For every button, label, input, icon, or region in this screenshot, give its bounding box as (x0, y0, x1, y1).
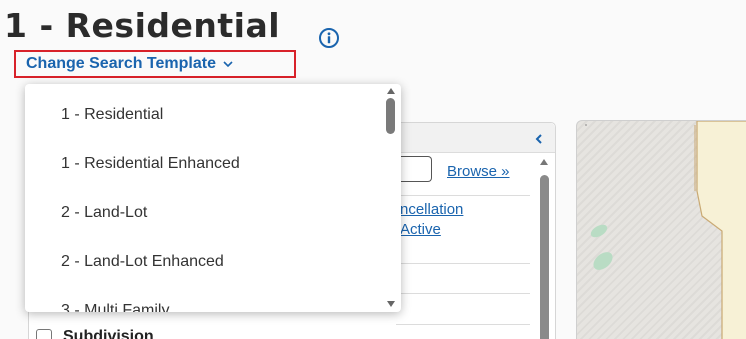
info-circle-icon[interactable] (318, 27, 340, 49)
row-divider (396, 324, 530, 325)
map-view[interactable] (576, 120, 746, 339)
dropdown-scroll-up-icon[interactable] (385, 87, 397, 95)
search-template-dropdown[interactable]: 1 - Residential 1 - Residential Enhanced… (25, 84, 401, 312)
change-search-template-button[interactable]: Change Search Template (14, 50, 296, 78)
subdivision-label: Subdivision (63, 328, 154, 339)
row-divider (396, 195, 530, 196)
template-option-list: 1 - Residential 1 - Residential Enhanced… (25, 84, 385, 312)
page-title: 1 - Residential (4, 6, 281, 45)
dropdown-scroll-thumb[interactable] (386, 98, 395, 134)
row-divider (396, 293, 530, 294)
subdivision-checkbox[interactable] (36, 329, 52, 339)
scroll-up-arrow-icon[interactable] (539, 158, 549, 166)
cancellation-link[interactable]: ncellation (400, 201, 463, 218)
template-option-residential-enhanced[interactable]: 1 - Residential Enhanced (61, 155, 240, 173)
map-parcels (585, 121, 746, 339)
template-option-multi-family[interactable]: 3 - Multi Family (61, 302, 169, 312)
criteria-scroll-thumb[interactable] (540, 175, 549, 339)
active-link[interactable]: Active (400, 221, 441, 238)
template-option-land-lot-enhanced[interactable]: 2 - Land-Lot Enhanced (61, 253, 224, 271)
browse-link[interactable]: Browse » (447, 163, 510, 180)
chevron-down-icon (223, 61, 233, 68)
change-search-template-label: Change Search Template (26, 55, 216, 72)
template-option-residential[interactable]: 1 - Residential (61, 106, 163, 124)
template-option-land-lot[interactable]: 2 - Land-Lot (61, 204, 147, 222)
chevron-left-icon[interactable] (534, 133, 544, 145)
dropdown-scroll-down-icon[interactable] (385, 300, 397, 308)
row-divider (396, 263, 530, 264)
criteria-text-input[interactable] (396, 156, 432, 182)
